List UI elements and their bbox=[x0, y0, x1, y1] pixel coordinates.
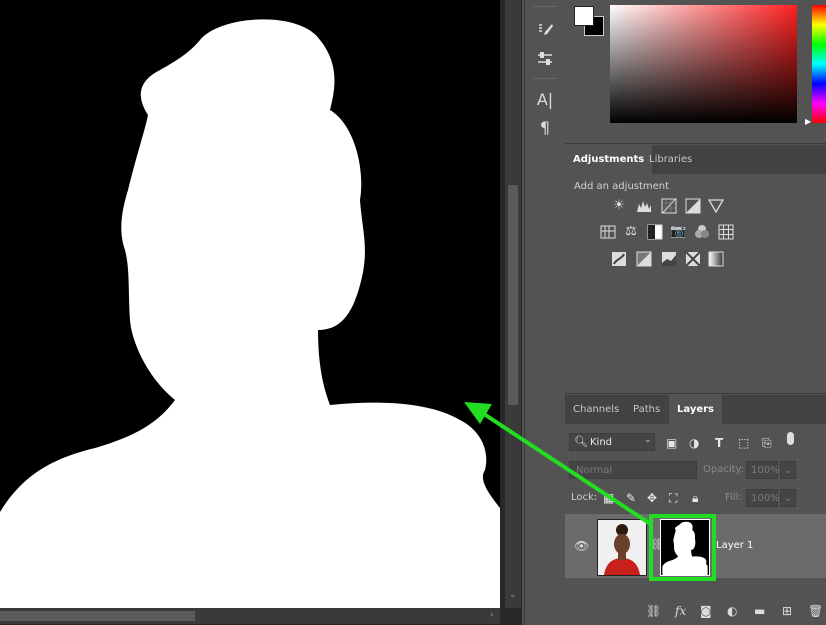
new-group-folder-icon[interactable]: ▬ bbox=[754, 604, 765, 618]
fill-dropdown-icon[interactable]: ⌄ bbox=[780, 489, 796, 507]
vibrance-icon[interactable] bbox=[600, 224, 616, 240]
fill-label: Fill: bbox=[725, 492, 742, 503]
type-layer-filter-icon[interactable]: T bbox=[715, 436, 723, 450]
search-icon: 🔍︎ bbox=[574, 435, 588, 448]
lock-image-pixels-icon[interactable]: ✎ bbox=[626, 491, 636, 505]
adjustments-tabbar: Adjustments Libraries bbox=[565, 145, 826, 174]
color-panel: ▶ bbox=[565, 0, 826, 144]
mask-thumbnail-silhouette bbox=[662, 521, 708, 575]
brush-settings-icon[interactable] bbox=[531, 18, 559, 44]
photo-filter-icon[interactable]: 📷 bbox=[670, 224, 686, 240]
exposure-icon[interactable] bbox=[685, 198, 701, 214]
mask-silhouette bbox=[0, 19, 500, 608]
invert-icon[interactable] bbox=[611, 251, 627, 267]
posterize-icon[interactable] bbox=[636, 251, 652, 267]
threshold-icon[interactable] bbox=[661, 251, 677, 267]
chevron-down-icon: ⌄ bbox=[644, 435, 652, 445]
fill-value: 100% bbox=[751, 493, 780, 504]
opacity-value: 100% bbox=[751, 465, 780, 476]
layers-panel: Channels Paths Layers Kind 🔍︎ ⌄ ▣ ◑ T ⬚ … bbox=[565, 395, 826, 625]
curves-icon[interactable] bbox=[661, 198, 677, 214]
pixel-layer-filter-icon[interactable]: ▣ bbox=[666, 436, 677, 450]
document-canvas[interactable] bbox=[0, 0, 500, 608]
lock-position-icon[interactable]: ✥ bbox=[647, 491, 657, 505]
new-adjustment-layer-icon[interactable]: ◐ bbox=[727, 604, 737, 618]
tab-paths[interactable]: Paths bbox=[625, 395, 668, 424]
brightness-contrast-icon[interactable]: ☀ bbox=[611, 198, 627, 214]
gradient-map-icon[interactable] bbox=[708, 251, 724, 267]
hue-slider[interactable] bbox=[812, 5, 826, 123]
selective-color-icon[interactable] bbox=[685, 251, 701, 267]
horizontal-scroll-thumb[interactable] bbox=[0, 611, 195, 621]
channel-mixer-icon[interactable] bbox=[694, 224, 710, 240]
levels-icon[interactable] bbox=[636, 198, 652, 214]
lock-transparent-pixels-icon[interactable]: ▦ bbox=[603, 491, 614, 505]
properties-icon[interactable] bbox=[531, 46, 559, 72]
visibility-eye-icon[interactable]: 👁︎ bbox=[574, 539, 589, 553]
adjustment-layer-filter-icon[interactable]: ◑ bbox=[689, 436, 699, 450]
layer-filter-kind-label: Kind bbox=[590, 437, 613, 448]
tab-libraries[interactable]: Libraries bbox=[641, 145, 700, 174]
layers-tabbar: Channels Paths Layers bbox=[565, 395, 826, 424]
tab-channels[interactable]: Channels bbox=[565, 395, 627, 424]
color-balance-icon[interactable]: ⚖ bbox=[623, 224, 639, 240]
lock-all-icon[interactable]: 🔒︎ bbox=[692, 491, 698, 505]
blend-mode-select[interactable]: Normal bbox=[569, 461, 697, 479]
opacity-dropdown-icon[interactable]: ⌄ bbox=[780, 461, 796, 479]
strip-grip[interactable] bbox=[533, 6, 557, 9]
opacity-field[interactable]: 100% bbox=[746, 461, 780, 479]
fill-field[interactable]: 100% bbox=[746, 489, 780, 507]
tab-layers[interactable]: Layers bbox=[669, 395, 722, 424]
panel-tool-strip: A| ¶ bbox=[524, 0, 566, 625]
smart-object-filter-icon[interactable]: ⎘ bbox=[762, 436, 772, 450]
new-layer-icon[interactable]: ⊞ bbox=[782, 604, 792, 618]
layer-name[interactable]: Layer 1 bbox=[716, 540, 753, 551]
lock-label: Lock: bbox=[571, 492, 598, 503]
link-layers-icon[interactable]: ⛓ bbox=[646, 604, 661, 618]
color-lookup-icon[interactable] bbox=[718, 224, 734, 240]
adjustments-panel: Adjustments Libraries Add an adjustment … bbox=[565, 145, 826, 394]
lock-artboard-icon[interactable]: ⛶ bbox=[669, 491, 677, 505]
tab-adjustments[interactable]: Adjustments bbox=[565, 145, 653, 174]
add-mask-icon[interactable]: ◙ bbox=[700, 604, 712, 618]
scroll-right-icon[interactable]: › bbox=[490, 610, 494, 620]
blend-mode-label: Normal bbox=[576, 465, 613, 476]
portrait-thumbnail-image bbox=[598, 520, 646, 575]
triangle-gradient-icon[interactable] bbox=[707, 198, 725, 214]
color-field[interactable] bbox=[610, 5, 797, 123]
vertical-scroll-thumb[interactable] bbox=[508, 185, 518, 405]
shape-layer-filter-icon[interactable]: ⬚ bbox=[738, 436, 749, 450]
foreground-color-swatch-top[interactable] bbox=[574, 6, 594, 26]
strip-grip[interactable] bbox=[533, 78, 557, 81]
layer-thumbnail[interactable] bbox=[597, 519, 647, 576]
opacity-label: Opacity: bbox=[703, 464, 745, 475]
paragraph-icon[interactable]: ¶ bbox=[531, 114, 559, 140]
filter-toggle-switch[interactable] bbox=[787, 432, 794, 445]
trash-icon[interactable]: 🗑︎ bbox=[808, 604, 823, 618]
hue-slider-pointer-icon[interactable]: ▶ bbox=[805, 117, 811, 126]
character-icon[interactable]: A| bbox=[531, 86, 559, 112]
fx-icon[interactable]: fx bbox=[675, 604, 686, 618]
scroll-down-icon[interactable]: ⌄ bbox=[509, 590, 517, 600]
adjustments-hint: Add an adjustment bbox=[574, 181, 670, 192]
layer-mask-thumbnail[interactable] bbox=[660, 519, 710, 576]
layer-row[interactable]: 👁︎ ⛓ Layer 1 bbox=[565, 514, 826, 578]
black-white-icon[interactable] bbox=[647, 224, 663, 240]
